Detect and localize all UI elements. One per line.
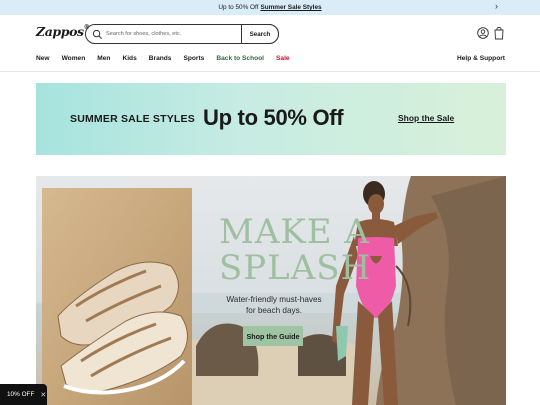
cart-icon[interactable]	[493, 26, 505, 40]
hero-subtext: Water-friendly must-haves for beach days…	[226, 295, 322, 315]
sale-headline: Up to 50% Off	[203, 105, 344, 130]
promo-text: Up to 50% Off	[218, 4, 259, 11]
site-header: Zappos® Search New Women Men Kids Brands…	[0, 15, 540, 72]
hero-headline: MAKE A SPLASH	[219, 212, 372, 288]
zappos-logo[interactable]: Zappos®	[36, 24, 90, 39]
help-support-link[interactable]: Help & Support	[457, 55, 505, 62]
nav-item-new[interactable]: New	[36, 55, 50, 62]
nav-item-back-to-school[interactable]: Back to School	[216, 55, 264, 62]
promo-bar[interactable]: Up to 50% Off Summer Sale Styles ›	[0, 0, 540, 15]
nav-item-men[interactable]: Men	[97, 55, 110, 62]
toast-text: 10% OFF	[7, 391, 35, 398]
nav-item-sale[interactable]: Sale	[276, 55, 290, 62]
hero-banner[interactable]: MAKE A SPLASH Water-friendly must-haves …	[36, 176, 506, 405]
hero-scene	[42, 176, 506, 405]
shop-the-guide-button[interactable]: Shop the Guide	[243, 326, 303, 346]
discount-toast[interactable]: 10% OFF ✕	[0, 384, 47, 405]
promo-link[interactable]: Summer Sale Styles	[260, 4, 321, 11]
account-icon[interactable]	[477, 27, 489, 39]
nav-item-sports[interactable]: Sports	[183, 55, 204, 62]
nav-item-women[interactable]: Women	[62, 55, 86, 62]
nav-item-kids[interactable]: Kids	[122, 55, 136, 62]
search-icon	[92, 29, 102, 39]
search-bar[interactable]: Search	[85, 24, 279, 44]
chevron-right-icon[interactable]: ›	[495, 1, 498, 11]
search-input[interactable]	[106, 31, 246, 37]
shop-the-sale-link[interactable]: Shop the Sale	[398, 113, 454, 123]
search-button[interactable]: Search	[241, 24, 279, 44]
main-nav: New Women Men Kids Brands Sports Back to…	[36, 55, 302, 62]
summer-sale-banner[interactable]: SUMMER SALE STYLES Up to 50% Off Shop th…	[36, 83, 506, 155]
sale-label: SUMMER SALE STYLES	[70, 113, 195, 125]
close-icon[interactable]: ✕	[40, 391, 46, 399]
nav-item-brands[interactable]: Brands	[149, 55, 172, 62]
